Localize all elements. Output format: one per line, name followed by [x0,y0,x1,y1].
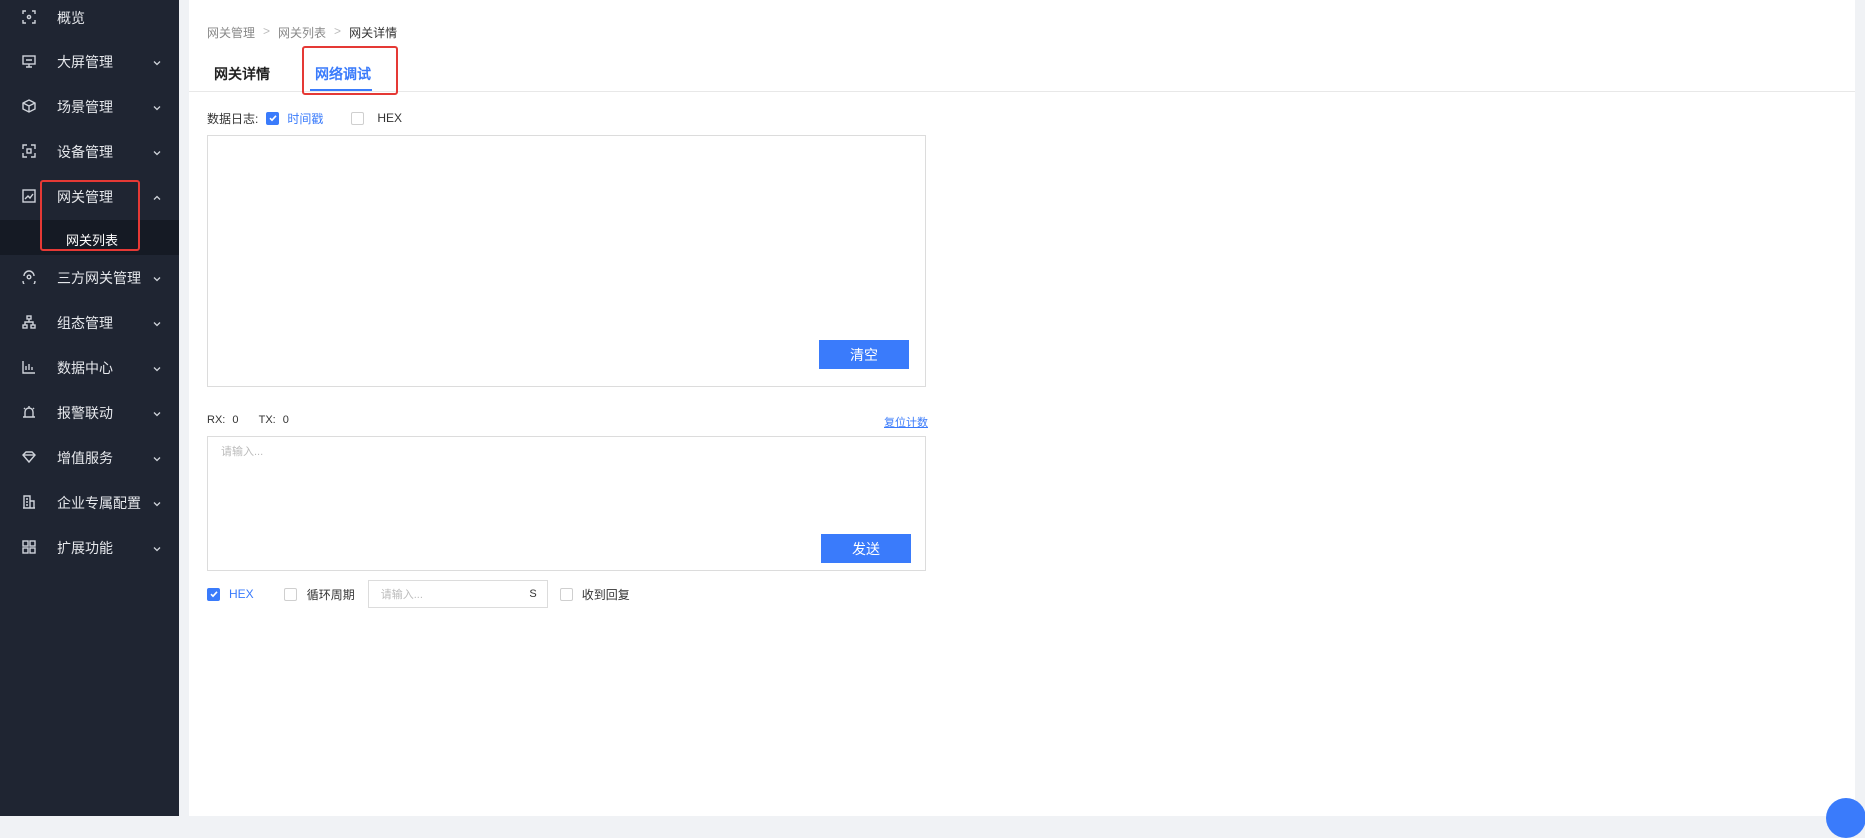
chevron-up-icon [152,190,162,200]
monitor-icon [22,54,36,68]
sidebar: 概览 大屏管理 场景管理 设备管理 网关管理 网关列表 三方网关管理 组态管理 … [0,0,179,816]
device-icon [22,144,36,158]
tab-network-debug[interactable]: 网络调试 [315,64,371,84]
sidebar-item-label: 数据中心 [57,360,113,376]
gateway-icon [22,189,36,203]
chevron-down-icon [152,316,162,327]
send-options-row: HEX 循环周期 请输入... S 收到回复 [207,580,630,608]
send-input-area[interactable]: 请输入... 发送 [207,436,926,571]
sidebar-item-alarm-linkage[interactable]: 报警联动 [0,392,179,432]
sidebar-item-label: 概览 [57,10,85,26]
reply-label: 收到回复 [581,587,630,602]
sidebar-item-label: 扩展功能 [57,540,113,556]
log-options-row: 数据日志: 时间戳 HEX [207,110,402,126]
period-unit: S [529,588,537,600]
page-scrollbar[interactable] [1855,0,1865,816]
period-input-placeholder: 请输入... [380,589,423,601]
rx-label: RX: [207,414,226,426]
diamond-icon [22,450,36,464]
floating-help-button[interactable] [1826,798,1865,838]
sidebar-item-label: 报警联动 [57,405,113,421]
sidebar-subitem-gateway-list[interactable]: 网关列表 [0,220,179,255]
breadcrumb-current: 网关详情 [349,26,398,40]
active-tab-indicator [310,89,372,91]
breadcrumb-item[interactable]: 网关列表 [278,24,326,41]
chevron-down-icon [152,55,162,66]
sidebar-item-label: 企业专属配置 [57,495,141,511]
sidebar-item-label: 三方网关管理 [57,270,141,286]
clear-button[interactable]: 清空 [819,340,909,369]
chevron-down-icon [152,361,162,372]
check-icon [269,115,277,122]
third-party-icon [22,270,36,284]
tab-bar: 网关详情 网络调试 [189,48,1865,92]
grid-icon [22,540,36,554]
sidebar-item-data-center[interactable]: 数据中心 [0,347,179,387]
loop-period-label: 循环周期 [306,587,355,602]
sidebar-subitem-label: 网关列表 [66,233,119,248]
chevron-down-icon [152,145,162,156]
sidebar-item-extensions[interactable]: 扩展功能 [0,527,179,567]
tx-value: 0 [282,414,289,426]
chevron-down-icon [152,451,162,462]
reply-checkbox[interactable] [559,587,573,601]
chevron-down-icon [152,271,162,282]
alarm-icon [22,405,36,419]
period-input[interactable]: 请输入... S [367,580,548,608]
rx-tx-counters: RX: 0 TX: 0 [207,414,289,426]
sidebar-item-label: 设备管理 [57,144,113,160]
send-hex-checkbox[interactable] [207,587,220,601]
sidebar-item-label: 场景管理 [57,99,113,115]
bar-chart-icon [22,360,36,374]
sidebar-item-label: 网关管理 [57,189,113,205]
sidebar-item-label: 组态管理 [57,315,113,331]
breadcrumb-separator: > [334,24,342,38]
loop-period-checkbox[interactable] [283,587,297,601]
sidebar-item-configuration[interactable]: 组态管理 [0,302,179,342]
main-content: 网关管理 > 网关列表 > 网关详情 网关详情 网络调试 数据日志: 时间戳 H… [189,0,1865,816]
tx-label: TX: [258,414,276,426]
send-hex-label: HEX [229,587,254,601]
sidebar-item-device-management[interactable]: 设备管理 [0,131,179,171]
sidebar-item-gateway-management[interactable]: 网关管理 [0,176,179,216]
sidebar-item-screen-management[interactable]: 大屏管理 [0,41,179,81]
hierarchy-icon [22,315,36,329]
log-hex-label: HEX [377,111,403,125]
data-log-area[interactable]: 清空 [207,135,926,387]
sidebar-item-third-party-gateway[interactable]: 三方网关管理 [0,257,179,297]
sidebar-item-label: 增值服务 [57,450,113,466]
sidebar-item-overview[interactable]: 概览 [0,0,179,37]
tab-gateway-details[interactable]: 网关详情 [214,64,270,84]
timestamp-label: 时间戳 [287,111,324,126]
breadcrumb: 网关管理 > 网关列表 > 网关详情 [207,24,397,41]
chevron-down-icon [152,541,162,552]
chevron-down-icon [152,100,162,111]
timestamp-checkbox[interactable] [266,111,280,125]
reset-count-link[interactable]: 复位计数 [884,414,928,430]
data-log-label: 数据日志: [207,111,259,126]
sidebar-item-value-added-services[interactable]: 增值服务 [0,437,179,477]
chevron-down-icon [152,496,162,507]
chevron-down-icon [152,406,162,417]
log-hex-checkbox[interactable] [351,111,365,125]
check-icon [209,591,218,598]
rx-value: 0 [232,414,239,426]
breadcrumb-item[interactable]: 网关管理 [207,24,255,41]
cube-icon [22,99,36,113]
sidebar-item-scene-management[interactable]: 场景管理 [0,86,179,126]
send-button[interactable]: 发送 [821,534,911,563]
overview-icon [22,10,36,24]
building-icon [22,495,36,509]
breadcrumb-separator: > [263,24,271,38]
send-input-placeholder: 请输入... [221,446,264,458]
sidebar-item-enterprise-config[interactable]: 企业专属配置 [0,482,179,522]
sidebar-item-label: 大屏管理 [57,54,113,70]
